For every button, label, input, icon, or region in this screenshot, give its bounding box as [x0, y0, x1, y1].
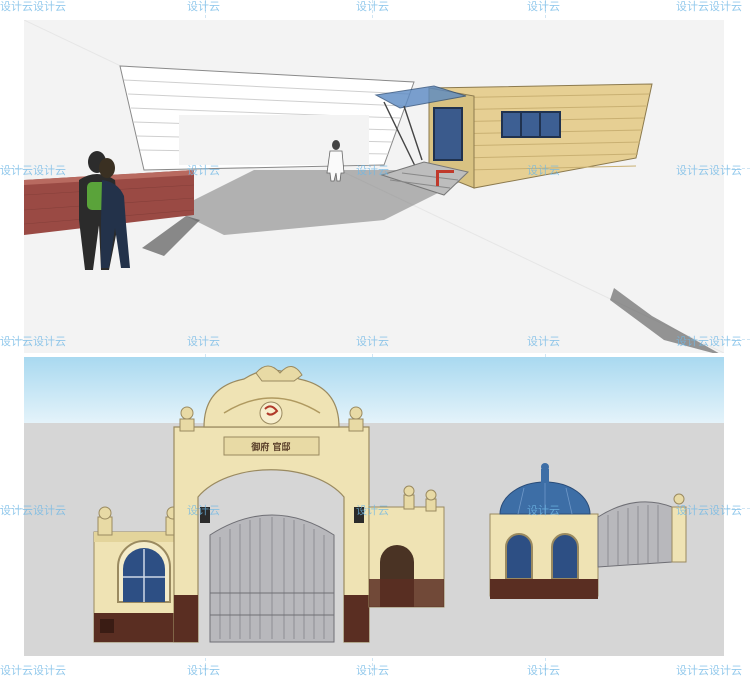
watermark-text: 设计云设计云: [676, 0, 742, 13]
watermark-text: 设计云: [187, 0, 220, 13]
watermark-text: 设计云设计云: [0, 0, 66, 13]
top-render-panel: [24, 20, 724, 353]
guard-booth-illustration: [24, 20, 724, 353]
gate-sign-text: 御府 官邸: [250, 441, 290, 453]
watermark-text: 设计云: [527, 0, 560, 13]
booth-door: [433, 107, 463, 161]
bottom-render-panel: 御府 官邸: [24, 357, 724, 656]
sky: [24, 357, 724, 423]
booth-window: [501, 111, 561, 138]
gate-illustration: 御府 官邸: [24, 357, 724, 656]
iron-gate: [209, 514, 335, 643]
